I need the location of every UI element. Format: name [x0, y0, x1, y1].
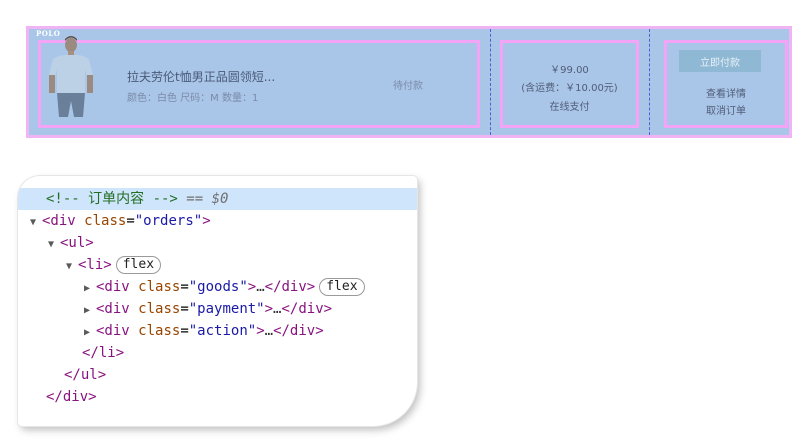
order-item-row: POLO 拉夫劳伦t恤男正品圆领短... 颜色：白色 尺码：M 数量：1 待付款… — [26, 26, 792, 138]
dom-node-orders[interactable]: ▼ <div class="orders"> — [18, 210, 417, 232]
view-details-link[interactable]: 查看详情 — [664, 85, 788, 100]
column-divider — [649, 29, 650, 135]
flex-badge[interactable]: flex — [319, 278, 365, 296]
dom-node-ul-close[interactable]: </ul> — [18, 364, 417, 386]
collapsed-triangle-icon[interactable]: ▶ — [84, 278, 96, 300]
pay-now-button[interactable]: 立即付款 — [679, 50, 761, 72]
dom-node-div-close[interactable]: </div> — [18, 386, 417, 408]
payment-class-value: "payment" — [188, 301, 265, 317]
shipping-fee: (含运费：￥10.00元) — [521, 83, 618, 94]
dom-node-goods[interactable]: ▶ <div class="goods">…</div> flex — [18, 276, 417, 298]
column-divider — [490, 29, 491, 135]
product-attributes: 颜色：白色 尺码：M 数量：1 — [127, 93, 259, 104]
collapsed-triangle-icon[interactable]: ▶ — [84, 300, 96, 322]
action-class-value: "action" — [188, 323, 257, 339]
expanded-triangle-icon[interactable]: ▼ — [48, 234, 60, 256]
dom-node-comment[interactable]: <!-- 订单内容 --> == $0 — [18, 188, 417, 210]
dom-node-action[interactable]: ▶ <div class="action">…</div> — [18, 320, 417, 342]
dom-node-li[interactable]: ▼ <li> flex — [18, 254, 417, 276]
payment-method: 在线支付 — [549, 102, 590, 113]
order-status: 待付款 — [393, 81, 423, 92]
collapsed-triangle-icon[interactable]: ▶ — [84, 322, 96, 344]
orders-class-value: "orders" — [134, 213, 203, 229]
dom-node-li-close[interactable]: </li> — [18, 342, 417, 364]
goods-class-value: "goods" — [188, 279, 248, 295]
brand-logo: POLO — [36, 29, 61, 38]
cancel-order-link[interactable]: 取消订单 — [664, 102, 788, 117]
price: ￥99.00 — [550, 65, 589, 76]
dom-node-ul[interactable]: ▼ <ul> — [18, 232, 417, 254]
product-image — [49, 36, 93, 117]
comment-text: <!-- 订单内容 --> — [46, 191, 178, 207]
expanded-triangle-icon[interactable]: ▼ — [66, 256, 78, 278]
console-ref: == $0 — [186, 191, 229, 207]
product-name[interactable]: 拉夫劳伦t恤男正品圆领短... — [127, 68, 275, 85]
product-thumbnail[interactable]: POLO — [36, 29, 101, 117]
dom-node-payment[interactable]: ▶ <div class="payment">…</div> — [18, 298, 417, 320]
devtools-elements-panel: <!-- 订单内容 --> == $0 ▼ <div class="orders"… — [18, 176, 417, 426]
flex-badge[interactable]: flex — [115, 256, 162, 274]
expanded-triangle-icon[interactable]: ▼ — [30, 212, 42, 234]
